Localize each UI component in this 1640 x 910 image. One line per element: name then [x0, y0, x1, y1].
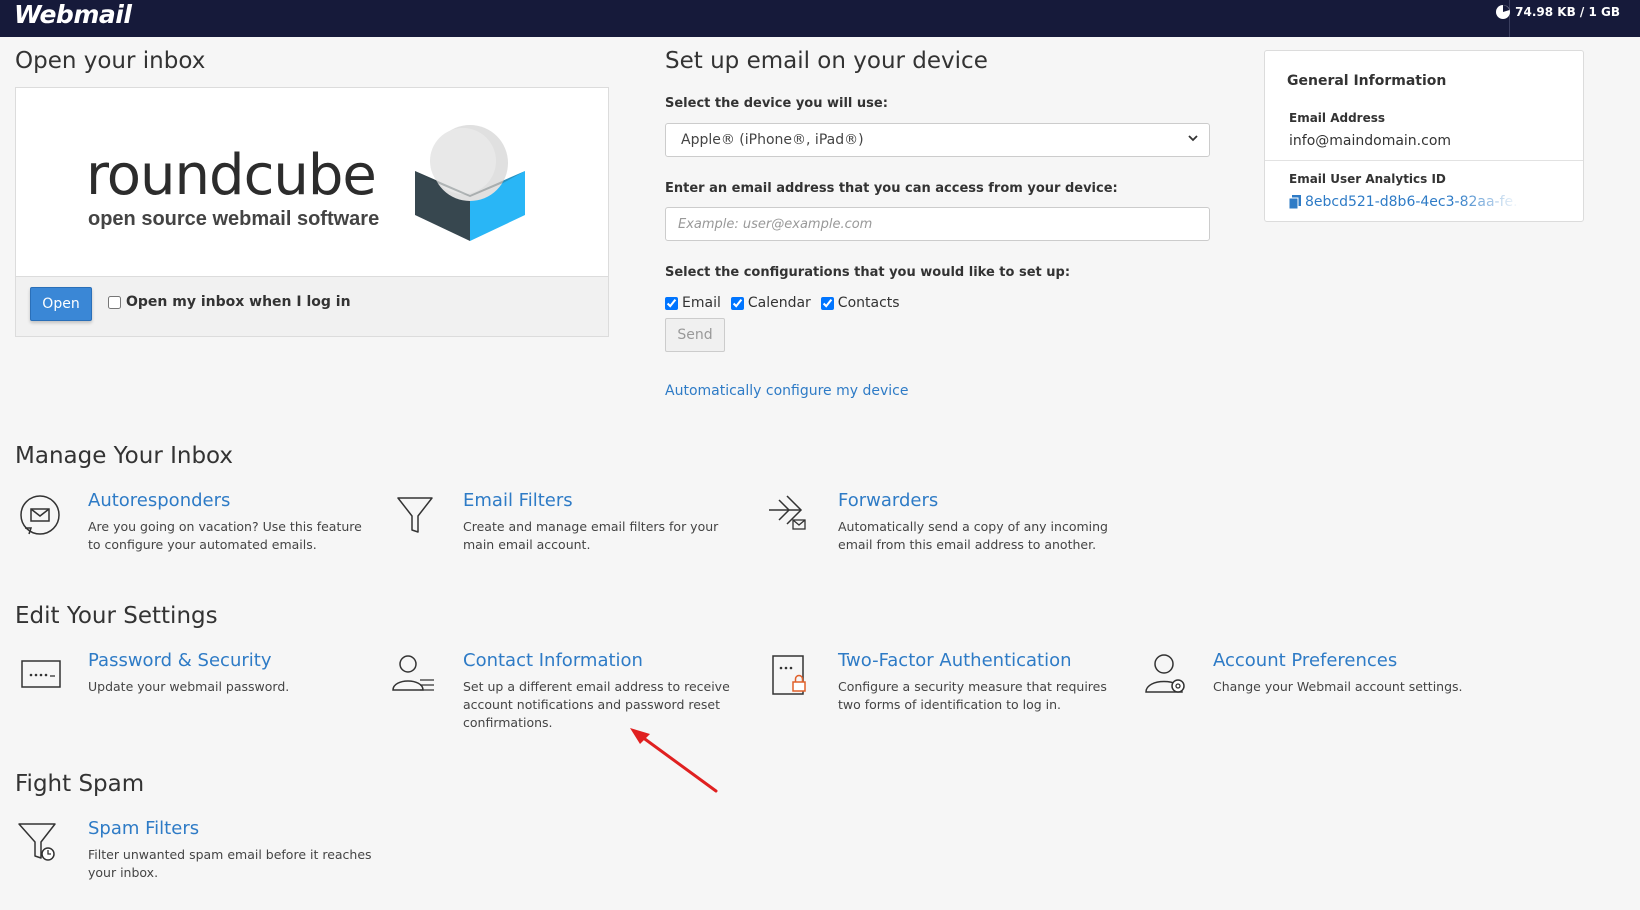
- fight-spam-title: Fight Spam: [15, 771, 145, 797]
- email-address-label: Email Address: [1289, 111, 1386, 125]
- copy-icon[interactable]: [1289, 195, 1301, 209]
- roundcube-footer: Open Open my inbox when I log in: [16, 276, 608, 336]
- config-email-checkbox[interactable]: [665, 296, 678, 310]
- forwarders-desc: Automatically send a copy of any incomin…: [838, 519, 1108, 552]
- account-preferences-desc: Change your Webmail account settings.: [1213, 679, 1463, 694]
- config-label: Select the configurations that you would…: [665, 265, 1071, 280]
- forwarders-item[interactable]: Forwarders Automatically send a copy of …: [765, 490, 1125, 580]
- spam-filters-item[interactable]: Spam Filters Filter unwanted spam email …: [15, 818, 375, 908]
- two-factor-item[interactable]: Two-Factor Authentication Configure a se…: [765, 650, 1125, 740]
- email-address-value: info@maindomain.com: [1289, 133, 1452, 149]
- config-calendar-label: Calendar: [747, 295, 811, 311]
- autoresponders-item[interactable]: Autoresponders Are you going on vacation…: [15, 490, 375, 580]
- config-email-label: Email: [682, 295, 721, 311]
- password-security-item[interactable]: Password & Security Update your webmail …: [15, 650, 375, 740]
- divider: [1265, 160, 1583, 161]
- password-icon: [15, 650, 65, 700]
- roundcube-wordmark: roundcube: [86, 143, 377, 208]
- password-security-desc: Update your webmail password.: [88, 679, 290, 694]
- email-filters-link[interactable]: Email Filters: [463, 490, 573, 511]
- config-options: Email Calendar Contacts: [665, 295, 900, 311]
- contact-information-link[interactable]: Contact Information: [463, 650, 643, 671]
- chevron-down-icon: [1187, 132, 1199, 144]
- autoresponder-icon: [15, 490, 65, 540]
- config-calendar-option[interactable]: Calendar: [730, 295, 811, 311]
- analytics-id-value[interactable]: 8ebcd521-d8b6-4ec3-82aa-fe...: [1305, 194, 1520, 210]
- config-contacts-label: Contacts: [837, 295, 900, 311]
- roundcube-logo[interactable]: roundcube open source webmail software: [86, 123, 536, 243]
- two-factor-link[interactable]: Two-Factor Authentication: [838, 650, 1072, 671]
- webmail-logo[interactable]: Webmail: [14, 0, 132, 29]
- auto-open-option[interactable]: Open my inbox when I log in: [108, 294, 351, 310]
- open-inbox-title: Open your inbox: [15, 48, 206, 74]
- roundcube-box-icon: [415, 125, 525, 241]
- email-filters-item[interactable]: Email Filters Create and manage email fi…: [390, 490, 750, 580]
- spam-filters-desc: Filter unwanted spam email before it rea…: [88, 847, 372, 880]
- preferences-icon: [1140, 650, 1190, 700]
- two-factor-desc: Configure a security measure that requir…: [838, 679, 1107, 712]
- top-bar: Webmail 74.98 KB / 1 GB: [0, 0, 1640, 37]
- manage-inbox-title: Manage Your Inbox: [15, 443, 234, 469]
- autoresponders-desc: Are you going on vacation? Use this feat…: [88, 519, 362, 552]
- spam-filters-link[interactable]: Spam Filters: [88, 818, 199, 839]
- filter-icon: [390, 490, 440, 540]
- config-contacts-option[interactable]: Contacts: [820, 295, 900, 311]
- spam-filter-icon: [15, 818, 65, 868]
- quota-indicator[interactable]: 74.98 KB / 1 GB: [1495, 4, 1620, 20]
- forward-icon: [765, 490, 815, 540]
- config-contacts-checkbox[interactable]: [820, 296, 834, 310]
- roundcube-tagline: open source webmail software: [88, 208, 380, 230]
- quota-text: 74.98 KB / 1 GB: [1515, 5, 1620, 19]
- contact-information-desc: Set up a different email address to rece…: [463, 679, 730, 730]
- config-calendar-checkbox[interactable]: [730, 296, 744, 310]
- auto-open-label: Open my inbox when I log in: [126, 294, 351, 310]
- config-email-option[interactable]: Email: [665, 295, 721, 311]
- account-preferences-item[interactable]: Account Preferences Change your Webmail …: [1140, 650, 1500, 740]
- annotation-arrow: [630, 728, 718, 793]
- email-input[interactable]: Example: user@example.com: [665, 207, 1210, 241]
- auto-configure-link[interactable]: Automatically configure my device: [665, 383, 908, 399]
- send-button[interactable]: Send: [665, 318, 725, 352]
- device-select[interactable]: Apple® (iPhone®, iPad®): [665, 123, 1210, 157]
- auto-open-checkbox[interactable]: [108, 295, 121, 309]
- email-filters-desc: Create and manage email filters for your…: [463, 519, 719, 552]
- contact-information-item[interactable]: Contact Information Set up a different e…: [390, 650, 750, 740]
- autoresponders-link[interactable]: Autoresponders: [88, 490, 230, 511]
- account-preferences-link[interactable]: Account Preferences: [1213, 650, 1397, 671]
- pie-chart-icon: [1495, 4, 1511, 20]
- device-label: Select the device you will use:: [665, 96, 888, 111]
- open-button[interactable]: Open: [30, 287, 92, 321]
- edit-settings-title: Edit Your Settings: [15, 603, 218, 629]
- analytics-label: Email User Analytics ID: [1289, 172, 1446, 186]
- analytics-id-row: 8ebcd521-d8b6-4ec3-82aa-fe...: [1289, 194, 1520, 210]
- forwarders-link[interactable]: Forwarders: [838, 490, 938, 511]
- two-factor-icon: [765, 650, 815, 700]
- password-security-link[interactable]: Password & Security: [88, 650, 271, 671]
- general-info-panel: General Information Email Address info@m…: [1264, 50, 1584, 222]
- contact-icon: [390, 650, 440, 700]
- setup-title: Set up email on your device: [665, 48, 988, 74]
- general-info-title: General Information: [1287, 73, 1447, 89]
- email-label: Enter an email address that you can acce…: [665, 181, 1118, 196]
- device-select-value: Apple® (iPhone®, iPad®): [681, 132, 864, 148]
- roundcube-panel: roundcube open source webmail software O…: [15, 87, 609, 337]
